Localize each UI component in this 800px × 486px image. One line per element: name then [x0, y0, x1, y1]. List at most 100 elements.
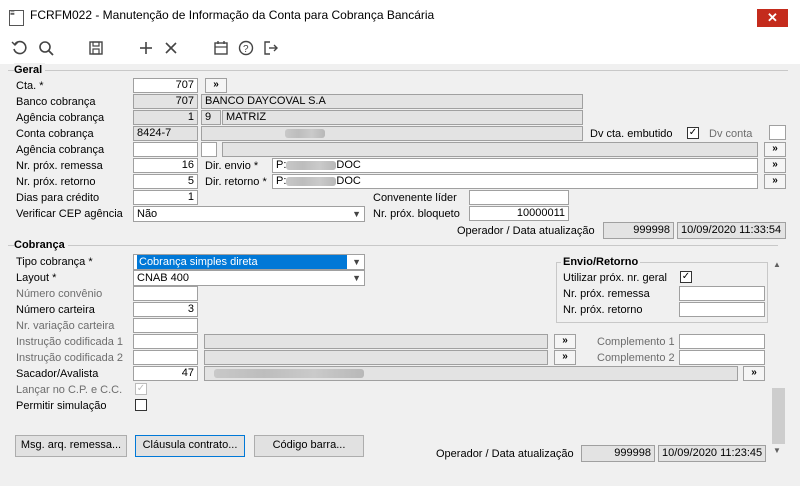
sacador-input[interactable]: 47 [133, 366, 198, 381]
msg-arq-remessa-button[interactable]: Msg. arq. remessa... [15, 435, 127, 457]
instrucao2-lookup-button[interactable]: » [554, 350, 576, 365]
remessa-input[interactable]: 16 [133, 158, 198, 173]
agencia-entrega-input[interactable] [133, 142, 198, 157]
remessa-label: Nr. próx. remessa [16, 160, 103, 172]
geral-operador-label: Operador / Data atualização [457, 225, 595, 237]
sacador-name-field [204, 366, 738, 381]
cta-lookup-button[interactable]: » [205, 78, 227, 93]
dv-embutido-checkbox[interactable]: ✓ [687, 127, 699, 139]
layout-value: CNAB 400 [137, 272, 189, 284]
cep-select[interactable]: Não ▼ [133, 206, 365, 222]
tipo-cobranca-select[interactable]: Cobrança simples direta ▼ [133, 254, 365, 270]
envio-retorno-title: Envio/Retorno [561, 255, 641, 269]
bloqueto-label: Nr. próx. bloqueto [373, 208, 460, 220]
scrollbar-thumb[interactable] [772, 388, 785, 444]
exit-icon[interactable] [261, 38, 281, 58]
complemento2-input[interactable] [679, 350, 765, 365]
dir-retorno-input[interactable]: P: DOC [272, 174, 758, 189]
layout-label: Layout * [16, 272, 57, 284]
search-icon[interactable] [36, 38, 56, 58]
dir-retorno-label: Dir. retorno * [205, 176, 267, 188]
utilizar-label: Utilizar próx. nr. geral [563, 272, 667, 284]
complemento1-input[interactable] [679, 334, 765, 349]
dir-envio-input[interactable]: P: DOC [272, 158, 758, 173]
agencia-entrega-lookup-button[interactable]: » [764, 142, 786, 157]
cobranca-section-title: Cobrança [14, 238, 68, 252]
scroll-up-icon[interactable]: ▲ [773, 260, 781, 269]
app-icon: ≡ [9, 10, 24, 26]
lancar-checkbox[interactable]: ✓ [135, 383, 147, 395]
chevron-down-icon: ▼ [352, 257, 361, 267]
calendar-icon[interactable] [211, 38, 231, 58]
clausula-contrato-button[interactable]: Cláusula contrato... [135, 435, 245, 457]
geral-section-title: Geral [14, 63, 46, 77]
layout-select[interactable]: CNAB 400 ▼ [133, 270, 365, 286]
env-remessa-input[interactable] [679, 286, 765, 301]
cta-label: Cta. * [16, 80, 44, 92]
variacao-label: Nr. variação carteira [16, 320, 115, 332]
instrucao1-label: Instrução codificada 1 [16, 336, 124, 348]
sacador-label: Sacador/Avalista [16, 368, 99, 380]
redacted-text [214, 369, 364, 378]
geral-divider [8, 70, 788, 71]
env-retorno-label: Nr. próx. retorno [563, 304, 643, 316]
cta-input[interactable]: 707 [133, 78, 198, 93]
codigo-barra-button[interactable]: Código barra... [254, 435, 364, 457]
dir-retorno-browse-button[interactable]: » [764, 174, 786, 189]
scroll-down-icon[interactable]: ▼ [773, 446, 781, 455]
instrucao2-input[interactable] [133, 350, 198, 365]
complemento1-label: Complemento 1 [597, 336, 675, 348]
agencia-entrega-digit[interactable] [201, 142, 217, 157]
agencia-name-field: MATRIZ [222, 110, 583, 125]
dir-envio-suffix: DOC [336, 159, 361, 171]
agencia-entrega-name [222, 142, 758, 157]
chevron-down-icon: ▼ [352, 209, 361, 219]
convenente-input[interactable] [469, 190, 569, 205]
conta-code-field: 8424-7 [133, 126, 198, 141]
dir-envio-browse-button[interactable]: » [764, 158, 786, 173]
agencia-cobranca-label: Agência cobrança [16, 112, 105, 124]
permitir-simulacao-label: Permitir simulação [16, 400, 107, 412]
conta-name-field [201, 126, 583, 141]
env-retorno-input[interactable] [679, 302, 765, 317]
cobranca-divider [8, 245, 778, 246]
cobranca-operador-label: Operador / Data atualização [436, 448, 574, 460]
geral-data-field: 10/09/2020 11:33:54 [677, 222, 786, 239]
bloqueto-input[interactable]: 10000011 [469, 206, 569, 221]
env-remessa-label: Nr. próx. remessa [563, 288, 650, 300]
window-title: FCRFM022 - Manutenção de Informação da C… [30, 8, 435, 22]
dias-credito-input[interactable]: 1 [133, 190, 198, 205]
convenente-label: Convenente líder [373, 192, 457, 204]
convenio-input[interactable] [133, 286, 198, 301]
dir-retorno-suffix: DOC [336, 175, 361, 187]
redacted-text [286, 176, 337, 186]
dias-credito-label: Dias para crédito [16, 192, 100, 204]
toolbar [0, 32, 800, 64]
permitir-simulacao-checkbox[interactable] [135, 399, 147, 411]
instrucao2-desc [204, 350, 548, 365]
help-icon[interactable]: ? [236, 38, 256, 58]
agencia-digit-field: 9 [201, 110, 221, 125]
svg-text:?: ? [243, 44, 249, 55]
chevron-down-icon: ▼ [352, 273, 361, 283]
add-icon[interactable] [136, 38, 156, 58]
dv-embutido-label: Dv cta. embutido [590, 128, 673, 140]
banco-cobranca-label: Banco cobrança [16, 96, 96, 108]
variacao-input[interactable] [133, 318, 198, 333]
retorno-label: Nr. próx. retorno [16, 176, 96, 188]
instrucao1-lookup-button[interactable]: » [554, 334, 576, 349]
redacted-text [285, 129, 325, 138]
cobranca-operador-field: 999998 [581, 445, 655, 462]
close-button[interactable]: ✕ [757, 9, 788, 27]
retorno-input[interactable]: 5 [133, 174, 198, 189]
undo-icon[interactable] [9, 38, 29, 58]
sacador-lookup-button[interactable]: » [743, 366, 765, 381]
delete-icon[interactable] [161, 38, 181, 58]
instrucao1-input[interactable] [133, 334, 198, 349]
tipo-cobranca-label: Tipo cobrança * [16, 256, 93, 268]
save-icon[interactable] [86, 38, 106, 58]
dv-conta-input[interactable] [769, 125, 786, 140]
carteira-input[interactable]: 3 [133, 302, 198, 317]
utilizar-checkbox[interactable]: ✓ [680, 271, 692, 283]
instrucao1-desc [204, 334, 548, 349]
